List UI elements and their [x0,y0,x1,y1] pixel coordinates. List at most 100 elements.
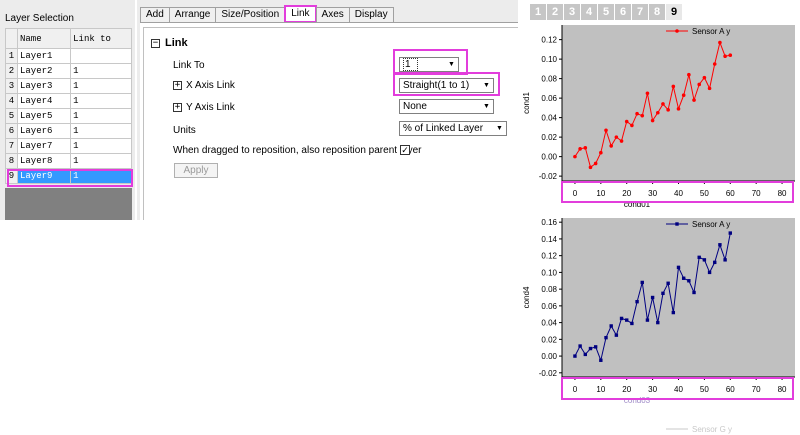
page-tab-8[interactable]: 8 [649,4,665,20]
data-point [645,318,650,322]
page-tab-1[interactable]: 1 [530,4,546,20]
x-axis-link-highlight-box [393,72,500,96]
layer-name-cell[interactable]: Layer2 [16,63,72,79]
reposition-parent-checkbox[interactable]: ✓ [400,145,410,155]
column-header-link-to[interactable]: Link to [70,28,132,49]
layer-name-cell[interactable]: Layer3 [16,78,72,94]
settings-tab-bar: Add Arrange Size/Position Link Axes Disp… [140,5,394,23]
data-point [573,354,577,358]
data-point [692,290,696,295]
data-point [713,260,717,265]
data-point [588,346,593,351]
layer-link-cell[interactable]: 1 [70,153,132,169]
x-axis-link-expand-icon[interactable]: + [173,81,182,90]
data-point [614,135,619,139]
layer-row[interactable]: 7 Layer7 1 [5,138,132,154]
data-point [718,40,722,45]
plot-area [562,218,795,377]
y-axis-link-expand-icon[interactable]: + [173,103,182,112]
data-point [619,316,624,321]
layer-name-cell[interactable]: Layer4 [16,93,72,109]
legend-label: Sensor A y [692,220,730,229]
page-tab-7[interactable]: 7 [632,4,648,20]
layer-row[interactable]: 1 Layer1 [5,48,132,64]
data-point [697,82,702,87]
legend-marker [675,222,679,226]
y-tick-label: 0.02 [541,133,557,142]
layer-row[interactable]: 4 Layer4 1 [5,93,132,109]
tab-display[interactable]: Display [348,7,394,22]
layer-row-index[interactable]: 1 [5,48,18,64]
data-point [702,75,707,80]
layer-row[interactable]: 8 Layer8 1 [5,153,132,169]
link-section-header: Link [165,37,188,49]
layer-name-cell[interactable]: Layer5 [16,108,72,124]
data-point [723,54,727,58]
layer-link-cell[interactable]: 1 [70,78,132,94]
y-tick-label: 0.06 [541,302,557,311]
layer-link-cell[interactable]: 1 [70,63,132,79]
layer-settings-panel: Add Arrange Size/Position Link Axes Disp… [137,0,518,220]
y-tick-label: 0.16 [541,218,557,227]
link-collapse-icon[interactable]: − [151,39,160,48]
page-tab-6[interactable]: 6 [615,4,631,20]
layer-row[interactable]: 2 Layer2 1 [5,63,132,79]
data-point [697,255,701,260]
layer-link-cell[interactable]: 1 [70,108,132,124]
layer-row-index[interactable]: 7 [5,138,18,154]
data-point [650,118,655,123]
page-tab-4[interactable]: 4 [581,4,597,20]
link-tab-body: − Link Link To 1 ▼ + X Axis Link Straigh… [140,22,518,220]
layer-link-cell[interactable] [70,48,132,64]
layer-row[interactable]: 3 Layer3 1 [5,78,132,94]
tab-add[interactable]: Add [140,7,170,22]
page-tab-2[interactable]: 2 [547,4,563,20]
apply-button[interactable]: Apply [174,163,218,178]
data-point [650,295,655,300]
layer-name-cell[interactable]: Layer7 [16,138,72,154]
layer-link-cell[interactable]: 1 [70,93,132,109]
layer-name-cell[interactable]: Layer6 [16,123,72,139]
data-point [604,335,608,340]
y-axis-link-dropdown[interactable]: None ▼ [399,99,494,114]
data-point [661,291,665,296]
data-point [676,265,681,270]
tab-arrange[interactable]: Arrange [168,7,217,22]
y-axis-title: cond1 [522,92,531,114]
units-dropdown[interactable]: % of Linked Layer ▼ [399,121,507,136]
layer-row[interactable]: 6 Layer6 1 [5,123,132,139]
y-axis-title: cond4 [522,286,531,308]
data-point [624,119,629,124]
layer-row-index[interactable]: 5 [5,108,18,124]
y-tick-label: 0.00 [541,153,557,162]
layer-row-index[interactable]: 6 [5,123,18,139]
layer-row[interactable]: 5 Layer5 1 [5,108,132,124]
tab-size-position[interactable]: Size/Position [215,7,286,22]
layer-link-cell[interactable]: 1 [70,138,132,154]
layer-row-index[interactable]: 3 [5,78,18,94]
sensor-a-chart-bottom[interactable]: -0.02 0.00 0.02 0.04 0.06 0.08 0.10 0.12 0.14 0.1… [520,212,800,435]
layer-row-index[interactable]: 4 [5,93,18,109]
tab-axes[interactable]: Axes [315,7,350,22]
y-tick-label: 0.04 [541,114,557,123]
page-tab-9[interactable]: 9 [666,4,682,20]
y-tick-label: 0.10 [541,55,557,64]
layer-name-cell[interactable]: Layer1 [16,48,72,64]
x-axis-highlight-box-top [561,181,794,203]
page-tab-5[interactable]: 5 [598,4,614,20]
page-tab-3[interactable]: 3 [564,4,580,20]
layer-row-index[interactable]: 2 [5,63,18,79]
data-point [656,320,660,325]
layer-link-cell[interactable]: 1 [70,123,132,139]
layer-name-cell[interactable]: Layer8 [16,153,72,169]
layer-row-index[interactable]: 8 [5,153,18,169]
column-header-name[interactable]: Name [16,28,72,49]
graph-page-tabs: 1 2 3 4 5 6 7 8 9 [530,4,683,20]
y-tick-label: 0.08 [541,285,557,294]
y-tick-label: 0.14 [541,235,557,244]
data-point [681,93,686,97]
layer-selection-title: Layer Selection [5,13,74,24]
tab-link[interactable]: Link [284,5,317,23]
data-point [625,318,629,322]
x-axis-link-label: X Axis Link [186,80,235,91]
